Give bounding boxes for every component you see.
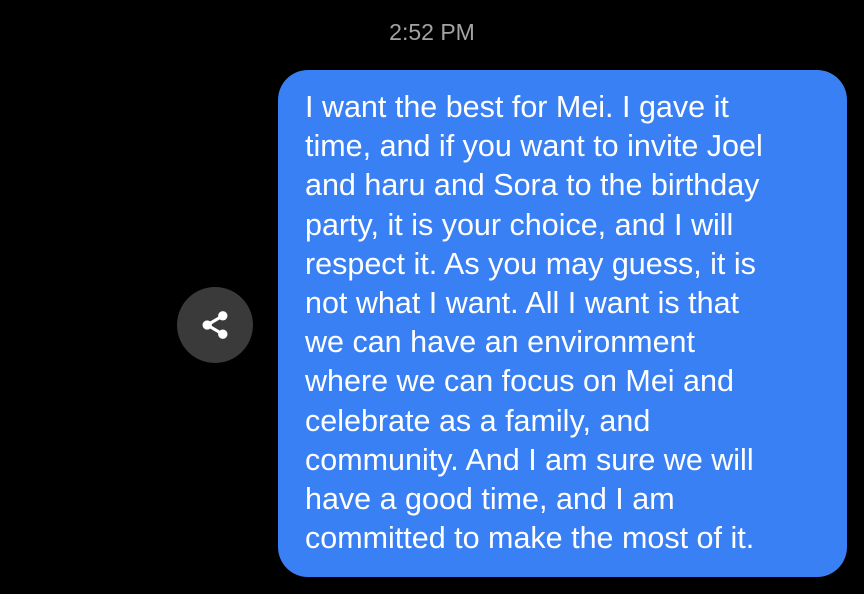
share-icon	[202, 311, 228, 339]
share-button[interactable]	[177, 287, 253, 363]
message-line: where we can focus on Mei and	[305, 364, 734, 399]
message-line: celebrate as a family, and	[305, 403, 651, 438]
message-line: committed to make the most of it.	[305, 521, 755, 556]
message-line: I want the best for Mei. I gave it	[305, 90, 729, 124]
message-line: time, and if you want to invite Joel	[305, 129, 763, 164]
message-line: party, it is your choice, and I will	[305, 207, 734, 242]
message-line: not what I want. All I want is that	[305, 286, 739, 321]
message-line: have a good time, and I am	[305, 482, 675, 517]
message-line: community. And I am sure we will	[305, 442, 754, 477]
message-line: and haru and Sora to the birthday	[305, 168, 760, 203]
message-timestamp: 2:52 PM	[389, 19, 475, 45]
message-line: respect it. As you may guess, it is	[305, 246, 756, 281]
message-line: we can have an environment	[305, 325, 695, 360]
message-bubble[interactable]: I want the best for Mei. I gave it time,…	[278, 70, 847, 577]
